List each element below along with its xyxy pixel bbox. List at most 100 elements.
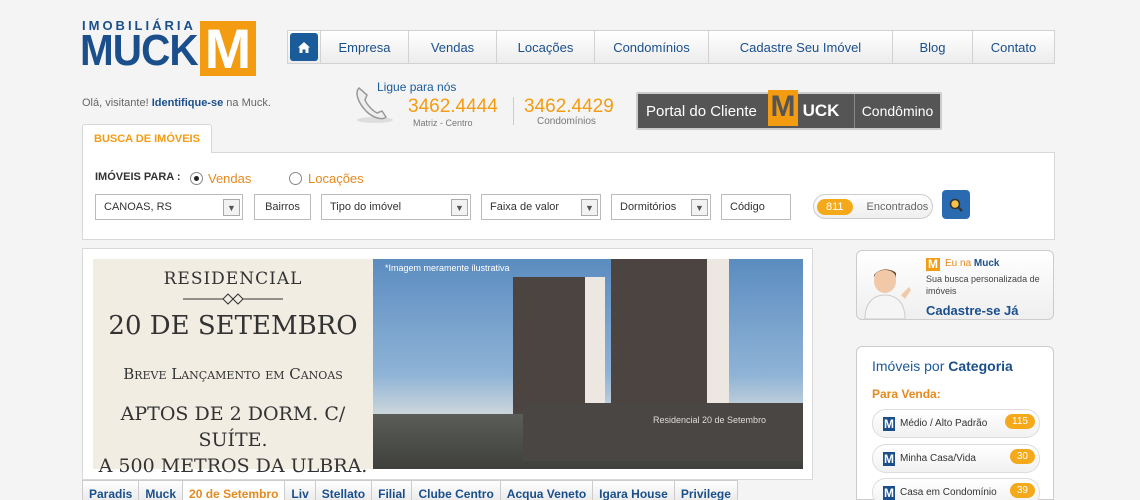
search-tab[interactable]: BUSCA DE IMÓVEIS: [82, 124, 212, 153]
search-button[interactable]: [942, 190, 970, 219]
eu-description: Sua busca personalizada de imóveis: [926, 274, 1040, 296]
dormitorios-select[interactable]: Dormitórios ▼: [611, 194, 711, 220]
results-count-label: Encontrados: [866, 200, 929, 213]
city-select-value: CANOAS, RS: [104, 201, 172, 213]
banner-text-panel: RESIDENCIAL 20 DE SETEMBRO Breve Lançame…: [93, 259, 373, 477]
para-venda-label: Para Venda:: [872, 387, 941, 401]
m-logo-icon: M: [883, 416, 895, 431]
nav-cadastre-imovel[interactable]: Cadastre Seu Imóvel: [708, 31, 892, 63]
category-label: Médio / Alto Padrão: [900, 418, 988, 429]
radio-locacoes-label[interactable]: Locações: [308, 171, 364, 186]
radio-locacoes[interactable]: [289, 172, 302, 185]
person-icon: [864, 269, 911, 319]
portal-logo: M UCK: [764, 90, 854, 126]
category-count: 30: [1009, 449, 1035, 464]
phone-condominios: 3462.4429: [524, 96, 614, 117]
eu-logo-m: M: [926, 257, 940, 271]
cadastre-se-link[interactable]: Cadastre-se Já: [926, 303, 1019, 318]
phone-main: 3462.4444: [408, 96, 498, 117]
tipo-select-value: Tipo do imóvel: [330, 201, 402, 213]
results-count: 811 Encontrados: [813, 194, 933, 219]
eu-title-prefix: Eu na: [945, 258, 974, 269]
tab-muck[interactable]: Muck: [138, 480, 183, 500]
tab-clube-centro[interactable]: Clube Centro: [411, 480, 500, 500]
nav-empresa[interactable]: Empresa: [320, 31, 408, 63]
nav-vendas[interactable]: Vendas: [408, 31, 496, 63]
city-select[interactable]: CANOAS, RS ▼: [95, 194, 243, 220]
call-us-label: Ligue para nós: [377, 80, 457, 94]
home-icon: [298, 41, 310, 53]
portal-label: Portal do Cliente: [646, 102, 757, 120]
greeting-suffix: na Muck.: [223, 97, 271, 109]
banner-aptos: APTOS DE 2 DORM. C/ SUÍTE. A 500 METROS …: [93, 401, 373, 479]
category-label: Casa em Condomínio: [900, 487, 997, 498]
portal-logo-m: M: [768, 90, 798, 126]
banner-residencial: RESIDENCIAL: [163, 269, 303, 289]
logo-m-mark: M: [200, 21, 256, 77]
tab-filial[interactable]: Filial: [371, 480, 412, 500]
eu-title: Eu na Muck: [945, 258, 999, 269]
codigo-input[interactable]: Código: [721, 194, 791, 220]
banner-wall-sign: Residencial 20 de Setembro: [653, 415, 767, 425]
nav-locacoes[interactable]: Locações: [496, 31, 594, 63]
categoria-title-prefix: Imóveis por: [872, 358, 949, 374]
portal-condomino-label[interactable]: Condômino: [854, 94, 940, 128]
portal-cliente-button[interactable]: Portal do Cliente M UCK Condômino: [636, 90, 942, 130]
results-count-number: 811: [817, 198, 853, 215]
search-icon: [949, 198, 963, 212]
eu-na-muck-card[interactable]: M Eu na Muck Sua busca personalizada de …: [856, 250, 1054, 320]
nav-contato[interactable]: Contato: [972, 31, 1054, 63]
logo[interactable]: IMOBILIÁRIA MUCK M: [80, 18, 257, 78]
development-tabs: Paradis Muck 20 de Setembro Liv Stellato…: [82, 480, 738, 500]
tab-paradis[interactable]: Paradis: [82, 480, 139, 500]
phone-divider: [513, 97, 514, 125]
tab-20-de-setembro[interactable]: 20 de Setembro: [182, 480, 285, 500]
nav-blog[interactable]: Blog: [892, 31, 972, 63]
tab-stellato[interactable]: Stellato: [314, 480, 372, 500]
categoria-title: Imóveis por Categoria: [872, 358, 1013, 374]
tipo-select[interactable]: Tipo do imóvel ▼: [321, 194, 471, 220]
eu-title-brand: Muck: [973, 258, 1000, 269]
category-label: Minha Casa/Vida: [900, 453, 976, 464]
banner-breve: Breve Lançamento em Canoas: [123, 365, 343, 383]
chevron-down-icon: ▼: [581, 199, 598, 216]
categoria-panel: Imóveis por Categoria Para Venda: M Médi…: [856, 346, 1054, 500]
tab-liv[interactable]: Liv: [284, 480, 315, 500]
banner-building-image: *Imagem meramente ilustrativa Residencia…: [373, 259, 803, 469]
banner-wall: [523, 403, 803, 461]
portal-logo-text: UCK: [802, 101, 840, 120]
phone-main-label: Matriz - Centro: [413, 118, 473, 128]
tab-acqua-veneto[interactable]: Acqua Veneto: [499, 480, 593, 500]
faixa-select[interactable]: Faixa de valor ▼: [481, 194, 601, 220]
ornament-icon: [183, 293, 283, 305]
phone-condominios-label: Condomínios: [537, 116, 596, 127]
featured-banner[interactable]: RESIDENCIAL 20 DE SETEMBRO Breve Lançame…: [82, 248, 813, 480]
category-item-casa-condominio[interactable]: M Casa em Condomínio 39: [872, 478, 1040, 500]
nav-condominios[interactable]: Condomínios: [594, 31, 708, 63]
faixa-select-value: Faixa de valor: [490, 201, 560, 213]
m-logo-icon: M: [883, 451, 895, 466]
dormitorios-select-value: Dormitórios: [620, 201, 677, 213]
bairros-button[interactable]: Bairros: [254, 194, 311, 220]
main-nav: Empresa Vendas Locações Condomínios Cada…: [287, 30, 1055, 64]
radio-vendas-label[interactable]: Vendas: [208, 171, 251, 186]
category-count: 115: [1005, 414, 1035, 429]
category-item-minha-casa[interactable]: M Minha Casa/Vida 30: [872, 444, 1040, 473]
codigo-placeholder: Código: [730, 201, 765, 213]
greeting-prefix: Olá, visitante!: [82, 97, 149, 109]
chevron-down-icon: ▼: [223, 199, 240, 216]
identify-link[interactable]: Identifique-se: [152, 97, 224, 109]
banner-aptos-line1: APTOS DE 2 DORM. C/ SUÍTE.: [120, 403, 346, 451]
m-logo-icon: M: [883, 485, 895, 500]
tab-igara-house[interactable]: Igara House: [592, 480, 674, 500]
greeting: Olá, visitante! Identifique-se na Muck.: [82, 97, 271, 109]
search-panel: IMÓVEIS PARA : Vendas Locações CANOAS, R…: [82, 152, 1055, 240]
tab-privilege[interactable]: Privilege: [673, 480, 738, 500]
radio-vendas[interactable]: [190, 172, 203, 185]
logo-main-text: MUCK: [80, 26, 199, 75]
categoria-title-bold: Categoria: [948, 358, 1013, 374]
banner-disclaimer: *Imagem meramente ilustrativa: [385, 263, 510, 273]
home-button[interactable]: [290, 33, 318, 61]
chevron-down-icon: ▼: [451, 199, 468, 216]
category-item-medio-alto[interactable]: M Médio / Alto Padrão 115: [872, 409, 1040, 438]
